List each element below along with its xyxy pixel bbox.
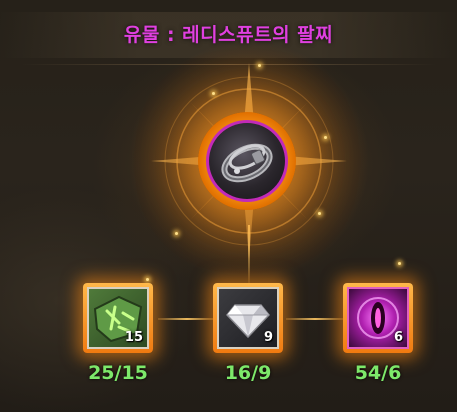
material-ratio: 16/9 <box>224 362 272 384</box>
sparkle <box>212 92 215 95</box>
relic-craft-panel: 유물 : 레디스퓨트의 팔찌 15 25/15 9 16/9 6 54/6 <box>0 0 457 412</box>
connector-vertical <box>248 225 250 285</box>
connector-right <box>286 318 344 320</box>
material-frame: 15 <box>87 287 149 349</box>
relic-ring <box>206 120 288 202</box>
sparkle <box>324 136 327 139</box>
material-slot-3[interactable]: 6 <box>343 283 413 353</box>
material-count: 6 <box>393 330 403 345</box>
material-ratio: 25/15 <box>88 362 148 384</box>
sparkle <box>258 64 261 67</box>
material-ratio: 54/6 <box>354 362 402 384</box>
sparkle <box>318 212 321 215</box>
relic-slot[interactable] <box>198 112 296 210</box>
material-slot-1[interactable]: 15 <box>83 283 153 353</box>
material-slot-2[interactable]: 9 <box>213 283 283 353</box>
bracelet-icon <box>221 143 273 183</box>
material-frame: 6 <box>347 287 409 349</box>
material-count: 15 <box>124 330 143 345</box>
connector-left <box>158 318 216 320</box>
material-frame: 9 <box>217 287 279 349</box>
sparkle <box>398 262 401 265</box>
sparkle <box>146 278 149 281</box>
relic-icon-bg <box>209 123 285 199</box>
sparkle <box>175 232 178 235</box>
material-count: 9 <box>263 330 273 345</box>
